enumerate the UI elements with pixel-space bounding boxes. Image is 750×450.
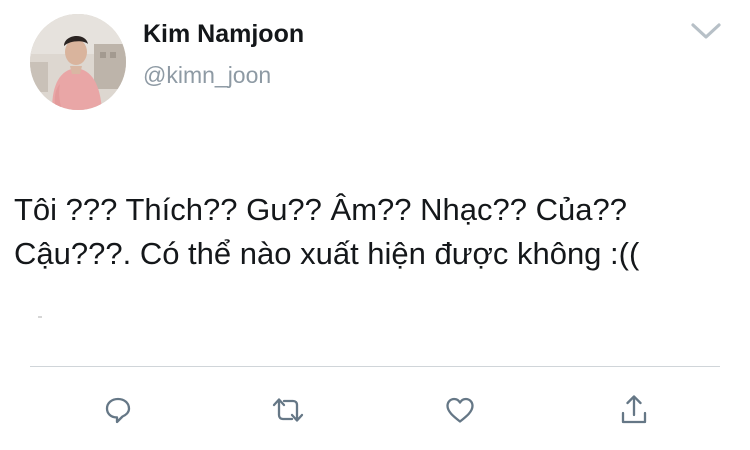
heart-icon: [446, 397, 474, 423]
tweet-text: Tôi ??? Thích?? Gu?? Âm?? Nhạc?? Của?? C…: [14, 188, 744, 276]
share-button[interactable]: [614, 390, 654, 430]
retweet-icon: [272, 398, 304, 422]
display-name[interactable]: Kim Namjoon: [143, 20, 304, 49]
tweet-text-line: Cậu???. Có thể nào xuất hiện được không …: [14, 236, 640, 271]
reply-button[interactable]: [98, 390, 138, 430]
divider: [30, 366, 720, 367]
tweet-card: Kim Namjoon @kimn_joon Tôi ??? Thích?? G…: [0, 0, 750, 450]
chevron-down-icon[interactable]: [690, 20, 722, 42]
reply-icon: [105, 397, 131, 424]
avatar[interactable]: [30, 14, 126, 110]
share-icon: [621, 395, 647, 424]
profile-photo: [30, 14, 126, 110]
divider-mark: [38, 316, 42, 318]
like-button[interactable]: [440, 390, 480, 430]
retweet-button[interactable]: [268, 390, 308, 430]
tweet-text-line: Tôi ??? Thích?? Gu?? Âm?? Nhạc?? Của??: [14, 192, 627, 227]
action-bar: [0, 390, 750, 430]
user-handle[interactable]: @kimn_joon: [143, 62, 271, 89]
